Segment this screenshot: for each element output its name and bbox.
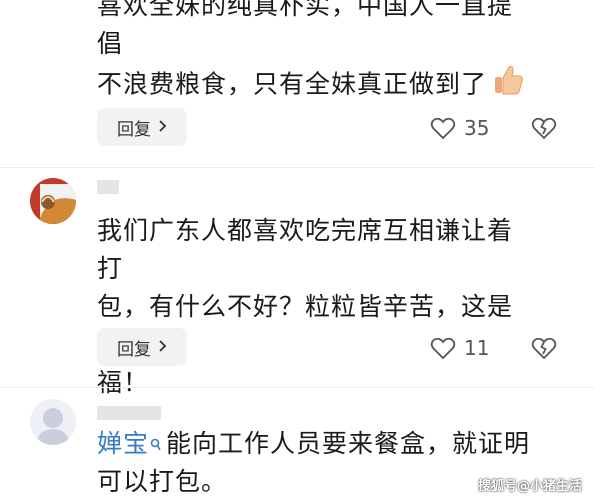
reply-button[interactable]: 回复 bbox=[97, 328, 187, 366]
watermark: 搜狐号@小猪生活 bbox=[477, 479, 582, 494]
like-count: 35 bbox=[464, 116, 490, 140]
mention-link[interactable]: 婵宝 bbox=[97, 429, 149, 458]
comment-3-line-1: 婵宝 能向工作人员要来餐盒，就证明 bbox=[97, 425, 537, 463]
thumbs-up-emoji-icon bbox=[491, 63, 525, 108]
heart-outline-icon bbox=[430, 337, 456, 359]
comment-2-line-1: 我们广东人都喜欢吃完席互相谦让着打 bbox=[97, 216, 514, 283]
comment-3-text: 婵宝 能向工作人员要来餐盒，就证明 可以打包。 bbox=[97, 425, 537, 501]
comment-2-text: 我们广东人都喜欢吃完席互相谦让着打 包，有什么不好？粒粒皆辛苦，这是惜 福！ bbox=[97, 212, 537, 402]
chevron-right-icon bbox=[159, 118, 167, 136]
dislike-button[interactable] bbox=[531, 336, 557, 364]
like-button[interactable]: 11 bbox=[430, 336, 489, 360]
like-button[interactable]: 35 bbox=[430, 116, 489, 140]
search-mini-icon bbox=[150, 425, 162, 463]
dislike-button[interactable] bbox=[531, 116, 557, 144]
avatar[interactable] bbox=[30, 178, 76, 224]
comment-2-line-3: 福！ bbox=[97, 368, 150, 397]
username-placeholder bbox=[97, 180, 119, 194]
comment-1-line-2: 不浪费粮食，只有全妹真正做到了 bbox=[97, 63, 537, 108]
broken-heart-icon bbox=[531, 337, 557, 360]
divider bbox=[0, 167, 594, 168]
heart-outline-icon bbox=[430, 117, 456, 139]
comment-1-line-1: 喜欢全妹的纯真朴实，中国人一直提倡 bbox=[97, 0, 514, 58]
chevron-right-icon bbox=[159, 338, 167, 356]
reply-button[interactable]: 回复 bbox=[97, 108, 187, 146]
username-placeholder bbox=[97, 406, 161, 420]
divider bbox=[0, 387, 594, 388]
broken-heart-icon bbox=[531, 117, 557, 140]
comment-3-line-2: 可以打包。 bbox=[97, 467, 228, 496]
avatar[interactable] bbox=[30, 399, 76, 445]
like-count: 11 bbox=[464, 336, 490, 360]
